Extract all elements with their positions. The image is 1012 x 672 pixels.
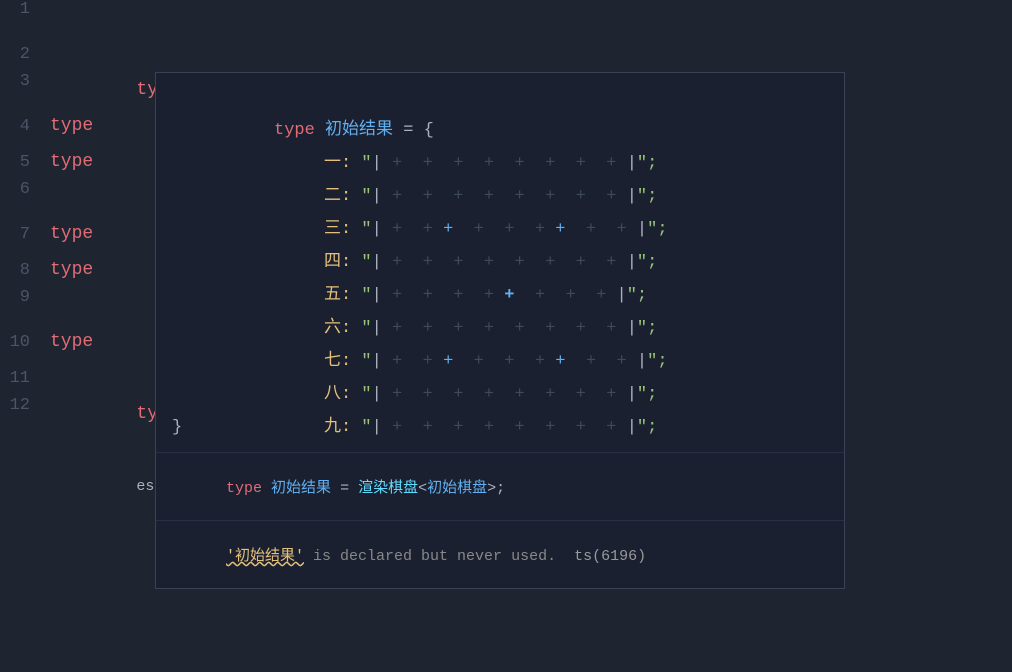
- autocomplete-popup[interactable]: type 初始结果 = { 一: "| + + + + + + + + |"; …: [155, 72, 845, 589]
- error-identifier: '初始结果': [226, 548, 304, 565]
- popup-header-line: type 初始结果 = {: [156, 81, 844, 114]
- line-number-1: 1: [0, 0, 50, 19]
- line-1: 1: [0, 0, 1012, 36]
- line-2: 2 type 初始结果 = 渲染棋盘<初始棋盘>;: [0, 36, 1012, 72]
- line-number-4: 4: [0, 117, 50, 136]
- line-number-7: 7: [0, 225, 50, 244]
- popup-row-wu: 五: "| + + + + + + + + |";: [156, 246, 844, 279]
- line-number-6: 6: [0, 180, 50, 199]
- line-number-10: 10: [0, 333, 50, 352]
- line-number-9: 9: [0, 288, 50, 307]
- line-number-3: 3: [0, 72, 50, 91]
- popup-row-liu: 六: "| + + + + + + + + |";: [156, 279, 844, 312]
- line-number-11: 11: [0, 369, 50, 388]
- popup-row-qi: 七: "| + + + + + + + + + |";: [156, 312, 844, 345]
- popup-content: type 初始结果 = { 一: "| + + + + + + + + |"; …: [156, 73, 844, 452]
- popup-row-si: 四: "| + + + + + + + + |";: [156, 213, 844, 246]
- line-number-8: 8: [0, 261, 50, 280]
- popup-row-yi: 一: "| + + + + + + + + |";: [156, 114, 844, 147]
- popup-row-san: 三: "| + + + + + + + + + |";: [156, 180, 844, 213]
- line-number-2: 2: [0, 45, 50, 64]
- popup-footer-error: '初始结果' is declared but never used. ts(61…: [156, 520, 844, 588]
- editor: 1 2 type 初始结果 = 渲染棋盘<初始棋盘>; 3 4 type 5 t…: [0, 0, 1012, 672]
- line-number-5: 5: [0, 153, 50, 172]
- line-number-12: 12: [0, 396, 50, 415]
- popup-row-ba: 八: "| + + + + + + + + |";: [156, 345, 844, 378]
- popup-row-jiu: 九: "| + + + + + + + + |";: [156, 378, 844, 411]
- popup-row-er: 二: "| + + + + + + + + |";: [156, 147, 844, 180]
